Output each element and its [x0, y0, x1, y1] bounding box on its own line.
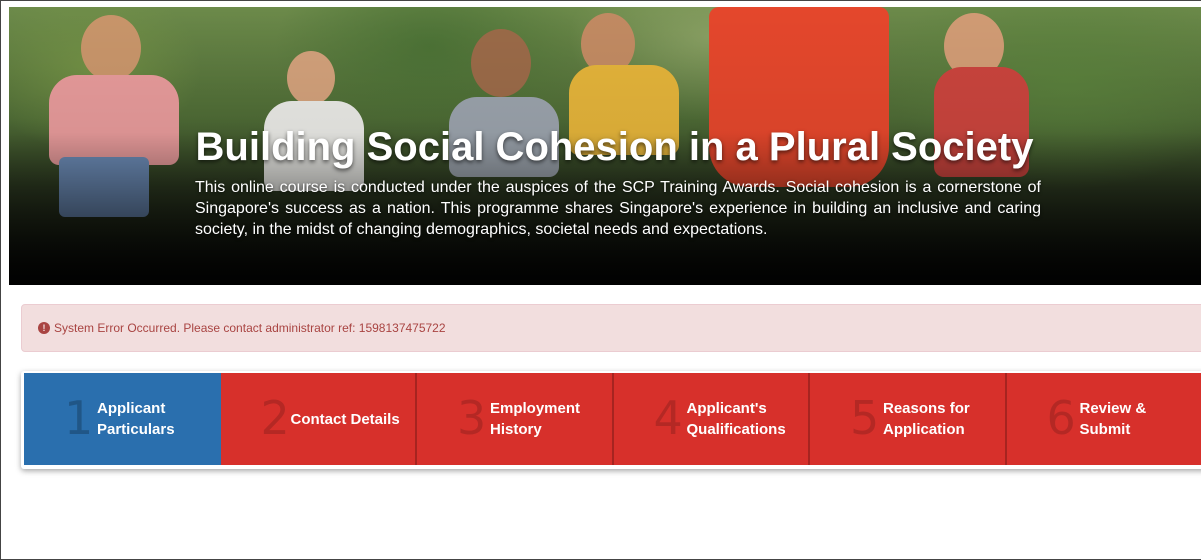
page-title: Building Social Cohesion in a Plural Soc… — [195, 125, 1034, 169]
step-label: Contact Details — [290, 410, 400, 428]
step-label: Employment History — [490, 400, 581, 438]
step-number: 4 — [653, 391, 683, 445]
step-number: 2 — [260, 391, 290, 445]
course-description: This online course is conducted under th… — [195, 179, 1041, 238]
step-number: 1 — [64, 391, 94, 445]
page-frame: Building Social Cohesion in a Plural Soc… — [0, 0, 1201, 560]
step-label: Review & Submit — [1079, 400, 1147, 438]
step-label: Applicant Particulars — [97, 400, 175, 438]
error-alert: ! System Error Occurred. Please contact … — [21, 304, 1201, 352]
step-contact-details[interactable]: 2 Contact Details — [220, 373, 417, 465]
error-message: System Error Occurred. Please contact ad… — [54, 321, 446, 335]
application-stepper: 1 Applicant Particulars 2 Contact Details… — [21, 371, 1201, 469]
step-reasons-for-application[interactable]: 5 Reasons for Application — [810, 373, 1007, 465]
step-applicant-qualifications[interactable]: 4 Applicant's Qualifications — [613, 373, 810, 465]
step-number: 5 — [850, 391, 880, 445]
step-employment-history[interactable]: 3 Employment History — [417, 373, 614, 465]
step-review-submit[interactable]: 6 Review & Submit — [1006, 373, 1201, 465]
hero-banner: Building Social Cohesion in a Plural Soc… — [9, 7, 1201, 285]
exclamation-circle-icon: ! — [38, 322, 50, 334]
step-number: 6 — [1046, 391, 1076, 445]
step-label: Reasons for Application — [883, 400, 970, 438]
step-label: Applicant's Qualifications — [686, 400, 786, 438]
step-number: 3 — [457, 391, 487, 445]
step-applicant-particulars[interactable]: 1 Applicant Particulars — [24, 373, 221, 465]
